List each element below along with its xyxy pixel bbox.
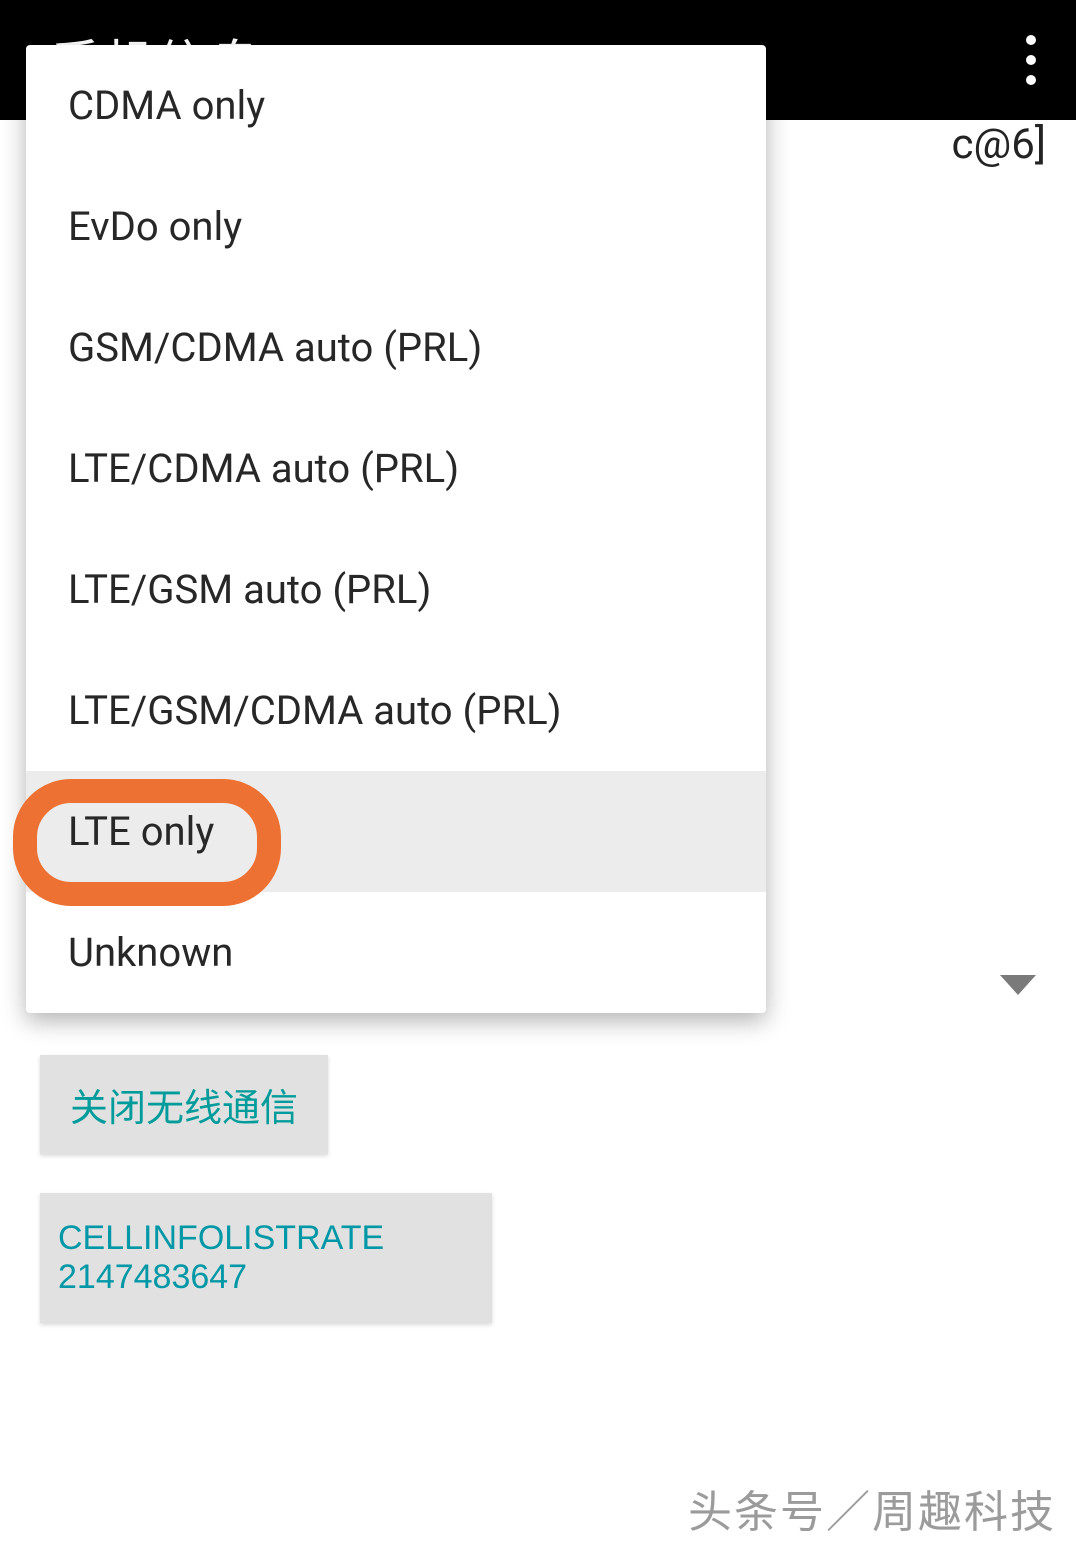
menu-item-lte-gsm-auto[interactable]: LTE/GSM auto (PRL)	[26, 529, 766, 650]
menu-item-lte-cdma-auto[interactable]: LTE/CDMA auto (PRL)	[26, 408, 766, 529]
cellinfo-button[interactable]: CELLINFOLISTRATE 2147483647	[40, 1193, 492, 1323]
menu-item-evdo-only[interactable]: EvDo only	[26, 166, 766, 287]
menu-item-label: EvDo only	[68, 203, 242, 250]
menu-item-label: LTE only	[68, 808, 214, 855]
menu-item-lte-only[interactable]: LTE only	[26, 771, 766, 892]
menu-item-unknown[interactable]: Unknown	[26, 892, 766, 1013]
menu-item-label: Unknown	[68, 929, 233, 976]
chevron-down-icon[interactable]	[1000, 975, 1036, 995]
menu-item-label: CDMA only	[68, 82, 265, 129]
menu-item-label: LTE/GSM/CDMA auto (PRL)	[68, 687, 562, 734]
menu-item-label: LTE/CDMA auto (PRL)	[68, 445, 459, 492]
background-text-fragment: c@6]	[952, 120, 1046, 169]
menu-item-cdma-only[interactable]: CDMA only	[26, 45, 766, 166]
menu-item-lte-gsm-cdma-auto[interactable]: LTE/GSM/CDMA auto (PRL)	[26, 650, 766, 771]
menu-item-label: GSM/CDMA auto (PRL)	[68, 324, 482, 371]
network-type-dropdown: CDMA only EvDo only GSM/CDMA auto (PRL) …	[26, 45, 766, 1013]
watermark-text: 头条号／周趣科技	[688, 1476, 1056, 1540]
menu-item-label: LTE/GSM auto (PRL)	[68, 566, 431, 613]
radio-off-button[interactable]: 关闭无线通信	[40, 1055, 328, 1154]
more-options-icon[interactable]	[1016, 25, 1046, 95]
menu-item-gsm-cdma-auto[interactable]: GSM/CDMA auto (PRL)	[26, 287, 766, 408]
